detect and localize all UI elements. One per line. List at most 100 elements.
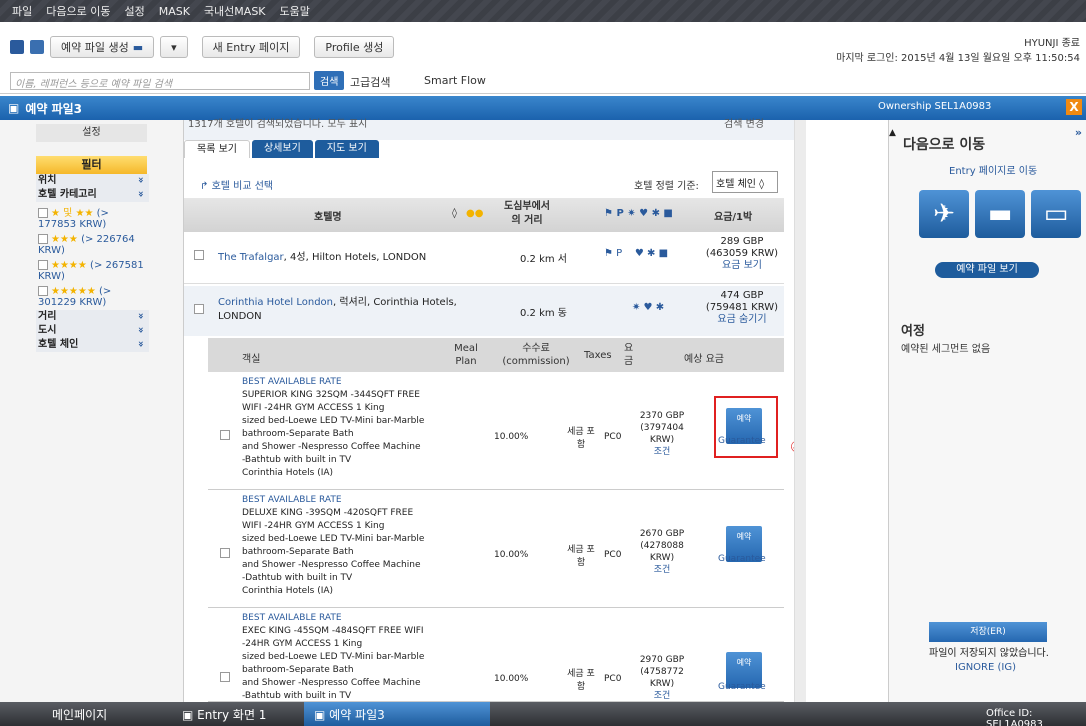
category-item[interactable]: ★★★★★ (> 301229 KRW) — [36, 284, 149, 310]
rate-desc-line: WIFI -24HR GYM ACCESS 1 King — [242, 403, 385, 413]
sort-select[interactable]: 호텔 체인 ◊ — [712, 171, 778, 193]
goto-panel: ▲ » 다음으로 이동 Entry 페이지로 이동 ✈ ▬ ▭ 예약 파일 보기… — [888, 120, 1086, 702]
view-pnr-button[interactable]: 예약 파일 보기 — [935, 262, 1039, 278]
category-item[interactable]: ★ 및 ★★ (> 177853 KRW) — [36, 202, 149, 232]
taskbar-entry[interactable]: ▣ Entry 화면 1 — [182, 706, 266, 723]
show-rates-link[interactable]: 요금 보기 — [722, 260, 762, 271]
hotel-icon[interactable]: ▬ — [975, 190, 1025, 238]
commission: 10.00% — [494, 674, 529, 684]
menu-domestic-mask[interactable]: 국내선MASK — [204, 3, 266, 19]
hotel-name-link[interactable]: Corinthia Hotel London — [218, 297, 333, 308]
col-price[interactable]: 요금/1박 — [714, 208, 752, 223]
advanced-search-link[interactable]: 고급검색 — [350, 74, 390, 90]
compare-hotels-link[interactable]: ↱ 호텔 비교 선택 — [200, 177, 273, 192]
checkbox[interactable] — [38, 234, 48, 244]
hotel-row[interactable]: Corinthia Hotel London, 럭셔리, Corinthia H… — [184, 286, 784, 336]
tab-map[interactable]: 지도 보기 — [314, 140, 379, 158]
menu-help[interactable]: 도움말 — [280, 3, 310, 19]
hotel-row[interactable]: The Trafalgar, 4성, Hilton Hotels, LONDON… — [184, 234, 784, 284]
rate-desc-line: SUPERIOR KING 32SQM -344SQFT FREE — [242, 390, 420, 400]
air-icon[interactable]: ✈ — [919, 190, 969, 238]
guarantee-label: Guarantee — [718, 682, 766, 692]
hotel-name-link[interactable]: The Trafalgar — [218, 252, 284, 263]
rate-desc-line: sized bed-Loewe LED TV-Mini bar-Marble — [242, 416, 425, 426]
taskbar-pnr[interactable]: ▣ 예약 파일3 — [304, 702, 490, 726]
checkbox[interactable] — [38, 286, 48, 296]
save-er-button[interactable]: 저장(ER) — [929, 622, 1047, 642]
rate-desc-line: -24HR GYM ACCESS 1 King — [242, 639, 363, 649]
goto-entry-link[interactable]: Entry 페이지로 이동 — [949, 162, 1037, 177]
tab-detail[interactable]: 상세보기 — [251, 140, 313, 158]
conditions-link[interactable]: 조건 — [654, 447, 671, 457]
filter-distance[interactable]: 거리 — [36, 310, 149, 324]
profile-button[interactable]: Profile 생성 — [314, 36, 395, 58]
toolbar: 예약 파일 생성 ▬ ▾ 새 Entry 페이지 Profile 생성 이름, … — [0, 22, 1086, 94]
checkbox[interactable] — [194, 250, 204, 260]
rate-tag: BEST AVAILABLE RATE — [242, 613, 342, 623]
rate-row: BEST AVAILABLE RATE SUPERIOR KING 32SQM … — [208, 374, 784, 490]
col-room: 객실 — [242, 354, 261, 365]
car-icon[interactable]: ▭ — [1031, 190, 1081, 238]
make-pnr-button[interactable]: 예약 파일 생성 ▬ — [50, 36, 155, 58]
category-item[interactable]: ★★★ (> 226764 KRW) — [36, 232, 149, 258]
col-hotel-name[interactable]: 호텔명 — [314, 208, 342, 223]
filter-location[interactable]: 위치 — [36, 174, 149, 188]
checkbox[interactable] — [220, 548, 230, 558]
checkbox[interactable] — [194, 304, 204, 314]
rate-desc-line: WIFI -24HR GYM ACCESS 1 King — [242, 521, 385, 531]
search-button[interactable]: 검색 — [314, 71, 345, 90]
conditions-link[interactable]: 조건 — [654, 691, 671, 701]
filter-panel: 설정 필터 위치 호텔 카테고리 ★ 및 ★★ (> 177853 KRW) ★… — [0, 120, 184, 702]
col-distance[interactable]: 도심부에서 의 거리 — [500, 200, 554, 228]
checkbox[interactable] — [220, 672, 230, 682]
filter-chain[interactable]: 호텔 체인 — [36, 338, 149, 352]
dropdown-button[interactable]: ▾ — [160, 36, 188, 58]
pnr-search-input[interactable]: 이름, 레퍼런스 등으로 예약 파일 검색 — [10, 72, 310, 90]
rate-desc-line: -Dathtub with built in TV — [242, 573, 353, 583]
menu-mask[interactable]: MASK — [159, 5, 190, 18]
menu-file[interactable]: 파일 — [12, 3, 32, 19]
file-icon: ▣ — [8, 101, 20, 115]
col-commission: 수수료 (commission) — [502, 343, 570, 367]
amenity-icons: ⚑ P ♥ ✱ ■ — [604, 248, 669, 259]
hide-rates-link[interactable]: 요금 숨기기 — [717, 314, 766, 325]
scroll-up-icon[interactable]: ▲ — [889, 128, 896, 138]
sort-icon[interactable]: ◊ — [452, 208, 457, 219]
itinerary-title: 여정 — [901, 324, 925, 339]
view-tabs: 목록 보기 상세보기 지도 보기 — [184, 140, 379, 158]
menu-settings[interactable]: 설정 — [124, 3, 144, 19]
itinerary-empty: 예약된 세그먼트 없음 — [901, 344, 991, 355]
save-icon[interactable] — [10, 40, 24, 54]
collapse-icon[interactable]: » — [1075, 126, 1082, 139]
taskbar-entry-label: Entry 화면 1 — [197, 708, 267, 722]
rate-desc-line: bathroom-Separate Bath — [242, 429, 354, 439]
menu-goto[interactable]: 다음으로 이동 — [46, 3, 110, 19]
checkbox[interactable] — [220, 430, 230, 440]
close-icon[interactable]: X — [1066, 99, 1082, 115]
filter-city[interactable]: 도시 — [36, 324, 149, 338]
new-entry-label: 새 Entry 페이지 — [212, 41, 290, 54]
hotel-title: Corinthia Hotel London, 럭셔리, Corinthia H… — [218, 296, 458, 324]
star-icon: ★★★★★ — [51, 286, 96, 297]
new-entry-button[interactable]: 새 Entry 페이지 — [201, 36, 301, 58]
checkbox[interactable] — [38, 260, 48, 270]
category-item[interactable]: ★★★★ (> 267581 KRW) — [36, 258, 149, 284]
print-icon[interactable] — [30, 40, 44, 54]
tab-list[interactable]: 목록 보기 — [184, 140, 250, 158]
checkbox[interactable] — [38, 208, 48, 218]
hotel-price: 289 GBP (463059 KRW) 요금 보기 — [704, 236, 780, 272]
rate-desc-line: and Shower -Nespresso Coffee Machine — [242, 678, 421, 688]
rate-description: BEST AVAILABLE RATE DELUXE KING -39SQM -… — [242, 494, 452, 598]
results-scrollbar[interactable] — [794, 120, 806, 702]
user-name[interactable]: HYUNJI 종료 — [836, 34, 1080, 49]
user-info: HYUNJI 종료 마지막 로그인: 2015년 4월 13일 월요일 오후 1… — [836, 34, 1080, 64]
ignore-link[interactable]: IGNORE (IG) — [955, 662, 1016, 673]
taskbar-main[interactable]: 메인페이지 — [52, 706, 107, 723]
price-gbp: 2970 GBP — [639, 655, 685, 665]
modify-search-link[interactable]: 검색 변경 — [724, 115, 764, 130]
smart-flow-link[interactable]: Smart Flow — [424, 74, 486, 87]
conditions-link[interactable]: 조건 — [654, 565, 671, 575]
settings-button[interactable]: 설정 — [36, 124, 147, 142]
terminal-icon: ▣ — [182, 708, 198, 722]
filter-category[interactable]: 호텔 카테고리 — [36, 188, 149, 202]
